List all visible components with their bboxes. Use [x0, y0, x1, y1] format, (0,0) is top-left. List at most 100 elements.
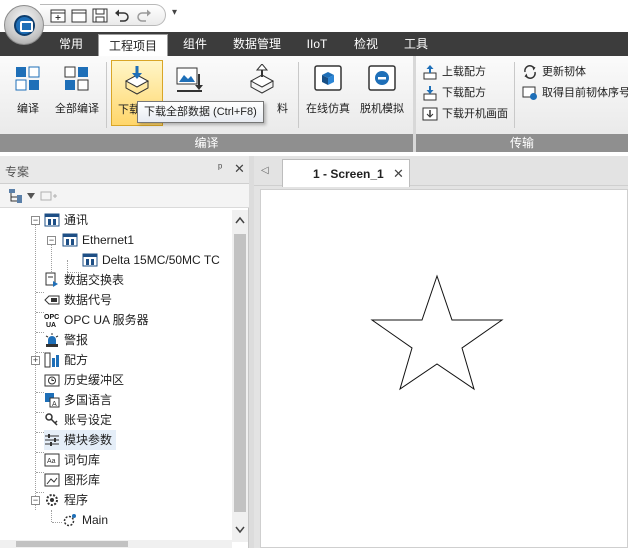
tree-node-label: Delta 15MC/50MC TC — [102, 253, 220, 267]
download-boot-screen-button[interactable]: 下载开机画面 — [422, 104, 508, 124]
upload-recipe-button[interactable]: 上载配方 — [422, 62, 486, 82]
application-menu-button[interactable] — [4, 5, 44, 45]
title-bar: ▾ — [0, 0, 628, 32]
ribbon-separator — [298, 62, 299, 128]
svg-text:OPC: OPC — [44, 314, 59, 321]
tree-node-label: 图形库 — [64, 473, 101, 487]
download-recipe-label: 下载配方 — [442, 87, 486, 99]
tree-node-label: 词句库 — [64, 453, 101, 467]
ethernet-icon — [62, 233, 78, 247]
network-icon — [44, 213, 60, 227]
project-panel: 专案 ᵖ ✕ − 通讯 − Ethernet1 Delta 15MC/50MC … — [0, 156, 249, 548]
script-gear-icon — [63, 514, 76, 527]
redo-icon[interactable] — [136, 8, 152, 23]
tab-close-icon[interactable]: ✕ — [393, 166, 404, 182]
quick-access-dropdown-icon[interactable]: ▾ — [172, 7, 177, 18]
ribbon-panel: 编译 全部编译 下载 料 在线仿真 脱机模拟 编译 传输 上载配方 下载配方 下… — [0, 56, 628, 152]
tab-scroll-left-icon[interactable]: ◁ — [261, 165, 269, 176]
recipe-icon — [44, 352, 59, 368]
ribbon-separator — [106, 62, 107, 128]
tree-node-label: 多国语言 — [64, 393, 113, 407]
tab-project[interactable]: 工程项目 — [98, 34, 168, 57]
tree-line — [36, 392, 44, 393]
tree-line — [36, 432, 44, 433]
tree-line — [35, 220, 36, 510]
opc-ua-icon: OPCUA — [44, 314, 59, 328]
project-panel-header: 专案 ᵖ ✕ — [0, 156, 249, 184]
tree-expand-toggle[interactable]: + — [31, 356, 40, 365]
update-firmware-button[interactable]: 更新韧体 — [522, 62, 586, 82]
tab-view[interactable]: 检视 — [346, 32, 386, 56]
download-recipe-button[interactable]: 下载配方 — [422, 83, 486, 103]
compile-label: 编译 — [17, 103, 39, 115]
download-box-icon — [124, 66, 150, 95]
tree-node-label: 历史缓冲区 — [64, 373, 125, 387]
collapse-icon[interactable] — [40, 188, 58, 204]
tree-scroll-thumb[interactable] — [234, 234, 246, 512]
compile-button[interactable]: 编译 — [8, 60, 48, 126]
close-icon[interactable]: ✕ — [234, 161, 245, 177]
tab-components[interactable]: 组件 — [174, 32, 216, 56]
refresh-icon — [524, 65, 536, 79]
phrase-library-icon: Aa — [44, 453, 60, 467]
tree-line — [36, 452, 44, 453]
scroll-up-icon[interactable] — [235, 216, 245, 224]
offline-simulation-icon — [368, 65, 396, 91]
tab-common[interactable]: 常用 — [50, 32, 92, 56]
tree-collapse-toggle[interactable]: − — [31, 496, 40, 505]
tree-collapse-toggle[interactable]: − — [31, 216, 40, 225]
tree-horizontal-scrollbar[interactable] — [0, 540, 232, 548]
ribbon-group-divider — [413, 56, 416, 152]
tab-screen-1[interactable]: 1 - Screen_1 ✕ — [282, 159, 410, 187]
tab-screen-1-label: 1 - Screen_1 — [313, 167, 384, 181]
tree-collapse-toggle[interactable]: − — [47, 236, 56, 245]
compile-all-icon — [64, 66, 89, 91]
boot-screen-icon — [422, 107, 438, 121]
star-shape[interactable] — [370, 274, 504, 391]
online-simulation-label: 在线仿真 — [306, 103, 350, 115]
tab-data-management[interactable]: 数据管理 — [226, 32, 288, 56]
tree-node-label: 通讯 — [64, 213, 89, 227]
firmware-info-icon — [522, 86, 537, 100]
compile-all-button[interactable]: 全部编译 — [50, 60, 104, 126]
get-firmware-seq-button[interactable]: 取得目前韧体序号 — [522, 83, 628, 103]
chevron-down-icon[interactable] — [27, 193, 35, 199]
tree-node-label: 警报 — [64, 333, 89, 347]
tree-view-icon[interactable] — [8, 188, 24, 204]
tree-node-label: 配方 — [64, 353, 89, 367]
offline-simulation-button[interactable]: 脱机模拟 — [356, 60, 408, 126]
open-icon[interactable] — [71, 8, 87, 23]
tree-line — [36, 472, 44, 473]
new-icon[interactable] — [50, 8, 66, 23]
tree-vertical-scrollbar[interactable] — [232, 210, 248, 542]
tab-iiot[interactable]: IIoT — [298, 32, 336, 56]
tree-hscroll-thumb[interactable] — [16, 541, 128, 547]
pin-icon[interactable]: ᵖ — [218, 162, 222, 174]
compile-all-label: 全部编译 — [55, 103, 99, 115]
data-exchange-icon — [45, 272, 58, 287]
online-simulation-button[interactable]: 在线仿真 — [302, 60, 354, 126]
document-tab-strip: ◁ 1 - Screen_1 ✕ — [254, 156, 628, 187]
tree-node-label: 模块参数 — [64, 433, 113, 447]
upload-box-icon — [249, 64, 275, 94]
undo-icon[interactable] — [114, 8, 130, 23]
sliders-icon — [45, 434, 59, 446]
tree-line — [36, 292, 44, 293]
screen-canvas[interactable] — [260, 189, 628, 548]
tree-node-label: Main — [82, 513, 109, 527]
offline-simulation-label: 脱机模拟 — [360, 103, 404, 115]
tree-node-module-params[interactable]: 模块参数 — [44, 430, 116, 450]
svg-text:UA: UA — [46, 322, 56, 328]
tree-node-label: Ethernet1 — [82, 233, 135, 247]
save-icon[interactable] — [92, 8, 108, 23]
project-panel-toolbar — [0, 184, 249, 208]
tree-node-label: 账号设定 — [64, 413, 113, 427]
scroll-down-icon[interactable] — [235, 526, 245, 534]
tree-node-label: OPC UA 服务器 — [64, 313, 149, 327]
tree-line — [36, 412, 44, 413]
tab-tools[interactable]: 工具 — [396, 32, 436, 56]
ribbon-group-compile-label: 编译 — [0, 134, 413, 152]
download-all-tooltip: 下载全部数据 (Ctrl+F8) — [137, 101, 264, 123]
tree-line — [36, 332, 44, 333]
tree-line — [36, 352, 44, 353]
